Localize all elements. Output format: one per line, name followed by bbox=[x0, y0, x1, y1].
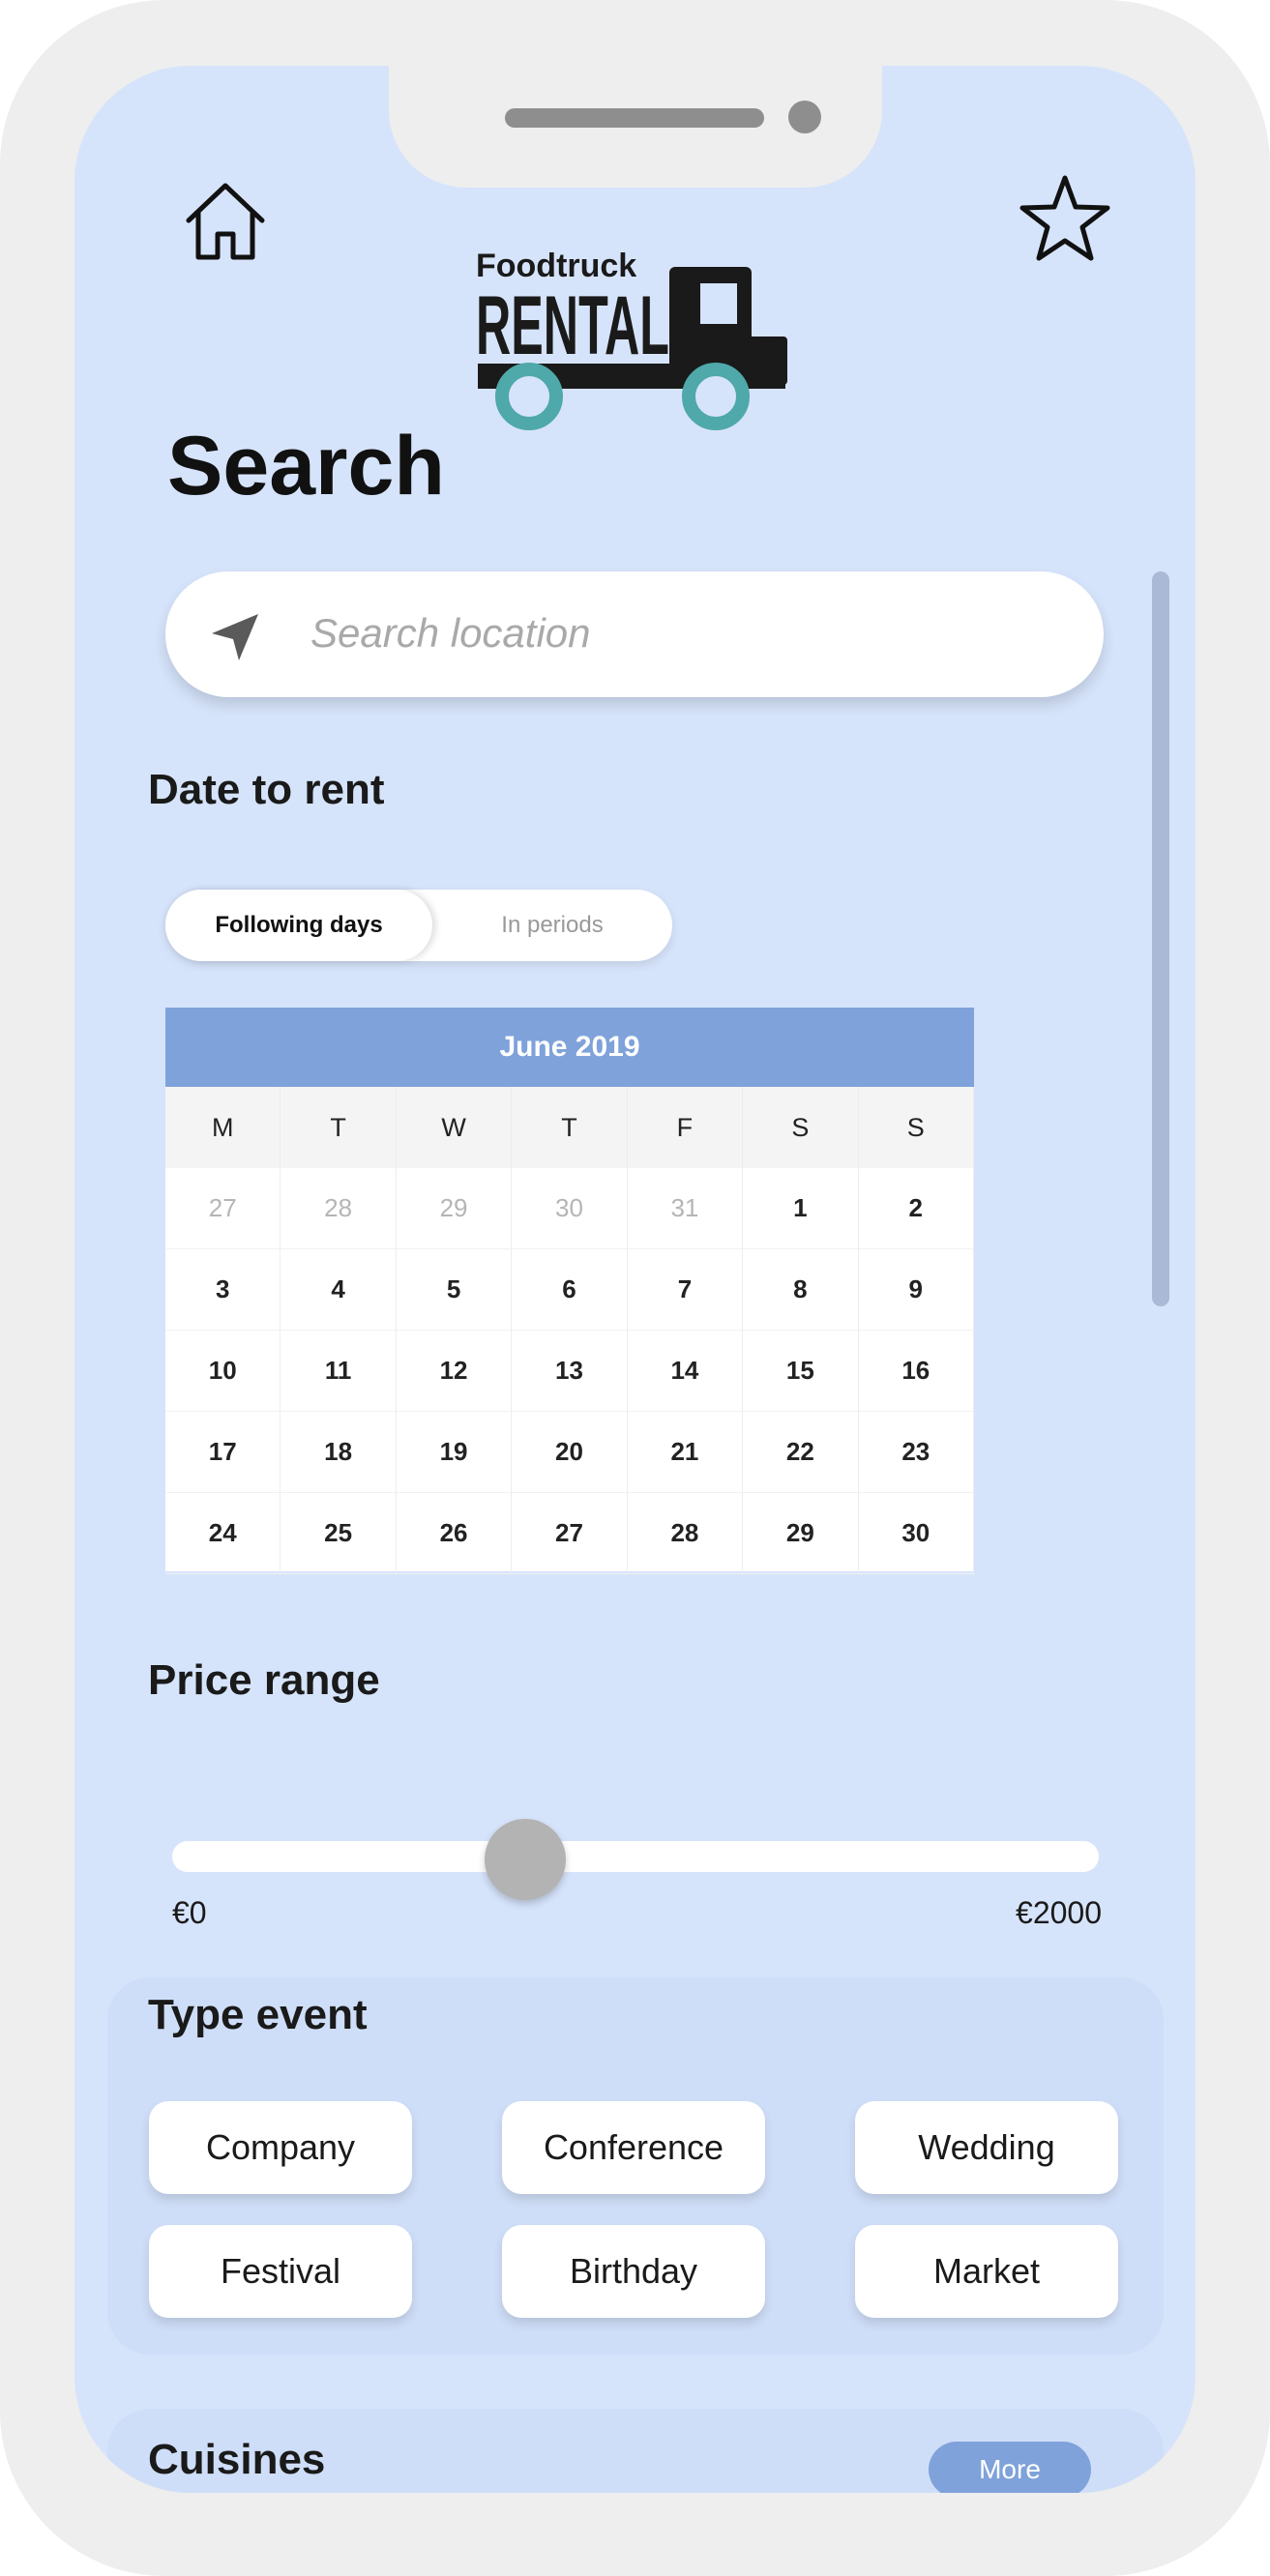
calendar-day[interactable]: 19 bbox=[396, 1412, 513, 1493]
logo-wordmark-bottom: RENTAL bbox=[476, 279, 669, 372]
calendar-day[interactable]: 18 bbox=[281, 1412, 397, 1493]
event-type-title: Type event bbox=[148, 1991, 368, 2038]
calendar-day[interactable]: 30 bbox=[858, 1493, 974, 1574]
calendar-weekday: T bbox=[281, 1087, 397, 1168]
brand-logo: Foodtruck RENTAL bbox=[476, 230, 805, 435]
phone-frame: Foodtruck RENTAL Search Search location … bbox=[0, 0, 1270, 2576]
home-icon[interactable] bbox=[179, 174, 272, 267]
navigation-arrow-icon bbox=[212, 614, 258, 660]
event-type-panel: Type event Company Conference Wedding Fe… bbox=[107, 1977, 1164, 2355]
calendar-weekday: M bbox=[165, 1087, 281, 1168]
calendar-day-outside-month[interactable]: 29 bbox=[396, 1168, 513, 1249]
price-section-label: Price range bbox=[148, 1656, 380, 1704]
calendar-day[interactable]: 23 bbox=[858, 1412, 974, 1493]
price-slider-handle[interactable] bbox=[485, 1819, 566, 1900]
calendar-day[interactable]: 26 bbox=[396, 1493, 513, 1574]
scrollbar[interactable] bbox=[1152, 571, 1169, 1306]
calendar-day[interactable]: 15 bbox=[743, 1331, 859, 1412]
front-camera bbox=[788, 101, 821, 133]
price-max-label: €2000 bbox=[1016, 1895, 1102, 1930]
event-chip-birthday[interactable]: Birthday bbox=[502, 2225, 765, 2318]
calendar-day-outside-month[interactable]: 31 bbox=[627, 1168, 744, 1249]
calendar-day[interactable]: 24 bbox=[165, 1493, 281, 1574]
calendar-weekday: S bbox=[858, 1087, 974, 1168]
calendar-day[interactable]: 9 bbox=[858, 1249, 974, 1331]
toggle-in-periods[interactable]: In periods bbox=[432, 890, 672, 961]
event-chip-wedding[interactable]: Wedding bbox=[855, 2101, 1118, 2194]
calendar-day[interactable]: 2 bbox=[858, 1168, 974, 1249]
calendar-weekday: S bbox=[743, 1087, 859, 1168]
calendar-day[interactable]: 12 bbox=[396, 1331, 513, 1412]
calendar-month-title: June 2019 bbox=[165, 1008, 974, 1087]
calendar-day[interactable]: 25 bbox=[281, 1493, 397, 1574]
date-section-label: Date to rent bbox=[148, 766, 385, 813]
calendar-day-outside-month[interactable]: 27 bbox=[165, 1168, 281, 1249]
calendar-day-outside-month[interactable]: 28 bbox=[281, 1168, 397, 1249]
calendar-day[interactable]: 6 bbox=[512, 1249, 628, 1331]
calendar-day[interactable]: 7 bbox=[627, 1249, 744, 1331]
event-chip-festival[interactable]: Festival bbox=[149, 2225, 412, 2318]
price-slider-track[interactable] bbox=[172, 1841, 1099, 1872]
calendar-day[interactable]: 29 bbox=[743, 1493, 859, 1574]
calendar-day[interactable]: 1 bbox=[743, 1168, 859, 1249]
calendar-day[interactable]: 10 bbox=[165, 1331, 281, 1412]
calendar-weekday: F bbox=[627, 1087, 744, 1168]
calendar-day-outside-month[interactable]: 30 bbox=[512, 1168, 628, 1249]
calendar-weekday: W bbox=[396, 1087, 513, 1168]
speaker-grille bbox=[505, 108, 764, 128]
app-screen: Foodtruck RENTAL Search Search location … bbox=[74, 66, 1196, 2493]
calendar-weekday: T bbox=[512, 1087, 628, 1168]
cuisines-more-button[interactable]: More bbox=[929, 2442, 1091, 2493]
calendar-day[interactable]: 16 bbox=[858, 1331, 974, 1412]
calendar-day[interactable]: 3 bbox=[165, 1249, 281, 1331]
event-chip-company[interactable]: Company bbox=[149, 2101, 412, 2194]
device-notch bbox=[389, 66, 882, 188]
star-icon[interactable] bbox=[1017, 170, 1113, 267]
calendar-grid: M T W T F S S 27 28 29 30 31 1 2 3 4 5 6 7 8 9 10 11 12 13 14 15 16… bbox=[165, 1087, 974, 1574]
event-chip-conference[interactable]: Conference bbox=[502, 2101, 765, 2194]
search-location-field[interactable]: Search location bbox=[165, 571, 1104, 697]
calendar-day[interactable]: 28 bbox=[627, 1493, 744, 1574]
calendar-day[interactable]: 4 bbox=[281, 1249, 397, 1331]
calendar-day[interactable]: 11 bbox=[281, 1331, 397, 1412]
calendar-day[interactable]: 17 bbox=[165, 1412, 281, 1493]
toggle-following-days[interactable]: Following days bbox=[165, 890, 432, 961]
page-title: Search bbox=[167, 420, 445, 512]
calendar-day[interactable]: 14 bbox=[627, 1331, 744, 1412]
price-min-label: €0 bbox=[172, 1895, 207, 1930]
calendar-day[interactable]: 20 bbox=[512, 1412, 628, 1493]
calendar: June 2019 M T W T F S S 27 28 29 30 31 1 2 3 4 5 6 7 8 9 10 11… bbox=[165, 1008, 974, 1574]
search-placeholder: Search location bbox=[310, 610, 591, 656]
calendar-day[interactable]: 21 bbox=[627, 1412, 744, 1493]
calendar-day[interactable]: 22 bbox=[743, 1412, 859, 1493]
calendar-day[interactable]: 5 bbox=[396, 1249, 513, 1331]
calendar-day[interactable]: 8 bbox=[743, 1249, 859, 1331]
event-chip-market[interactable]: Market bbox=[855, 2225, 1118, 2318]
date-mode-toggle[interactable]: In periods Following days bbox=[165, 890, 672, 961]
cuisines-panel: Cuisines More bbox=[107, 2409, 1164, 2493]
cuisines-title: Cuisines bbox=[148, 2436, 326, 2483]
calendar-day[interactable]: 27 bbox=[512, 1493, 628, 1574]
calendar-day[interactable]: 13 bbox=[512, 1331, 628, 1412]
